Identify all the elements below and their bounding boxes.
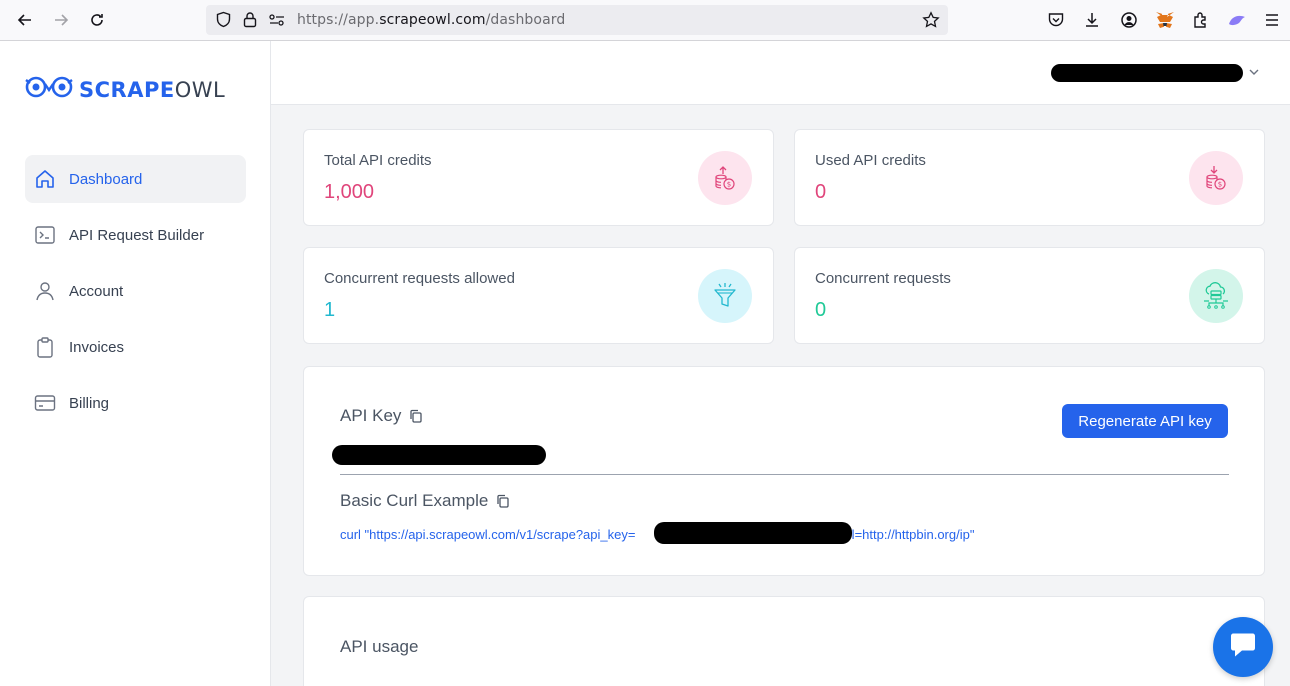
- sidebar-item-label: Dashboard: [69, 170, 143, 188]
- shield-icon[interactable]: [215, 11, 232, 33]
- logo-wordmark: SCRAPEOWL: [79, 77, 226, 102]
- stat-label: Used API credits: [815, 152, 926, 169]
- curl-api-key-redacted: [654, 522, 852, 544]
- stat-label: Concurrent requests allowed: [324, 270, 515, 287]
- api-key-title: API Key: [340, 406, 402, 425]
- stat-card-concurrent-allowed: Concurrent requests allowed 1: [303, 247, 774, 344]
- copy-icon[interactable]: [409, 409, 423, 424]
- chat-bubble-icon: [1228, 631, 1258, 664]
- svg-text:$: $: [727, 181, 731, 189]
- svg-text:$: $: [1218, 181, 1222, 189]
- regenerate-api-key-button[interactable]: Regenerate API key: [1062, 404, 1228, 438]
- credit-card-icon: [34, 392, 56, 414]
- stat-value: 0: [815, 181, 827, 203]
- top-header: [271, 41, 1290, 105]
- sidebar-item-api-request-builder[interactable]: API Request Builder: [25, 211, 246, 259]
- reload-icon[interactable]: [85, 8, 109, 32]
- sidebar-item-account[interactable]: Account: [25, 267, 246, 315]
- home-icon: [34, 168, 56, 190]
- url-text[interactable]: https://app.scrapeowl.com/dashboard: [297, 12, 565, 28]
- api-usage-title: API usage: [340, 637, 419, 656]
- account-icon[interactable]: [1119, 10, 1139, 30]
- extensions-icon[interactable]: [1191, 10, 1211, 30]
- terminal-icon: [34, 224, 56, 246]
- copy-icon[interactable]: [496, 494, 510, 509]
- sidebar-item-label: API Request Builder: [69, 226, 205, 244]
- sidebar-item-dashboard[interactable]: Dashboard: [25, 155, 246, 203]
- scrapeowl-logo[interactable]: SCRAPEOWL: [25, 74, 225, 105]
- curl-prefix: curl "https://api.scrapeowl.com/v1/scrap…: [340, 527, 636, 542]
- stat-value: 1: [324, 299, 336, 321]
- funnel-icon: [698, 269, 752, 323]
- sidebar: SCRAPEOWL Dashboard API Request Builder …: [0, 41, 271, 686]
- menu-icon[interactable]: [1262, 10, 1282, 30]
- sidebar-item-label: Account: [69, 282, 124, 300]
- back-icon[interactable]: [13, 8, 37, 32]
- coins-upload-icon: $: [698, 151, 752, 205]
- sidebar-item-label: Billing: [69, 394, 110, 412]
- sidebar-item-invoices[interactable]: Invoices: [25, 323, 246, 371]
- curl-title: Basic Curl Example: [340, 491, 489, 510]
- user-icon: [34, 280, 56, 302]
- coins-download-icon: $: [1189, 151, 1243, 205]
- stat-value: 0: [815, 299, 827, 321]
- stat-label: Concurrent requests: [815, 270, 951, 287]
- user-menu-redacted[interactable]: [1051, 64, 1243, 82]
- stat-card-concurrent-requests: Concurrent requests 0: [794, 247, 1265, 344]
- forward-icon[interactable]: [49, 8, 73, 32]
- divider: [340, 474, 1229, 475]
- cloud-server-icon: [1189, 269, 1243, 323]
- api-usage-card: API usage: [303, 596, 1265, 686]
- bookmark-star-icon[interactable]: [922, 11, 940, 34]
- api-key-card: API Key Regenerate API key Basic Curl Ex…: [303, 366, 1265, 576]
- owl-logo-icon: [25, 74, 73, 105]
- permissions-icon[interactable]: [268, 12, 286, 33]
- url-bar[interactable]: https://app.scrapeowl.com/dashboard: [206, 5, 948, 35]
- stat-card-total-credits: Total API credits 1,000 $: [303, 129, 774, 226]
- extension-app-icon[interactable]: [1227, 10, 1247, 30]
- sidebar-item-billing[interactable]: Billing: [25, 379, 246, 427]
- pocket-icon[interactable]: [1046, 10, 1066, 30]
- chevron-down-icon[interactable]: [1247, 65, 1261, 84]
- lock-icon[interactable]: [242, 11, 258, 33]
- stat-card-used-credits: Used API credits 0 $: [794, 129, 1265, 226]
- stat-value: 1,000: [324, 181, 375, 203]
- api-key-heading: API Key: [340, 406, 423, 426]
- download-icon[interactable]: [1082, 10, 1102, 30]
- api-key-value-redacted: [332, 445, 546, 465]
- clipboard-icon: [34, 336, 56, 358]
- browser-toolbar: https://app.scrapeowl.com/dashboard: [0, 0, 1290, 41]
- sidebar-item-label: Invoices: [69, 338, 125, 356]
- curl-heading: Basic Curl Example: [340, 491, 510, 511]
- curl-suffix: &url=http://httpbin.org/ip": [831, 527, 975, 542]
- metamask-icon[interactable]: [1155, 10, 1175, 30]
- chat-support-button[interactable]: [1213, 617, 1273, 677]
- stat-label: Total API credits: [324, 152, 432, 169]
